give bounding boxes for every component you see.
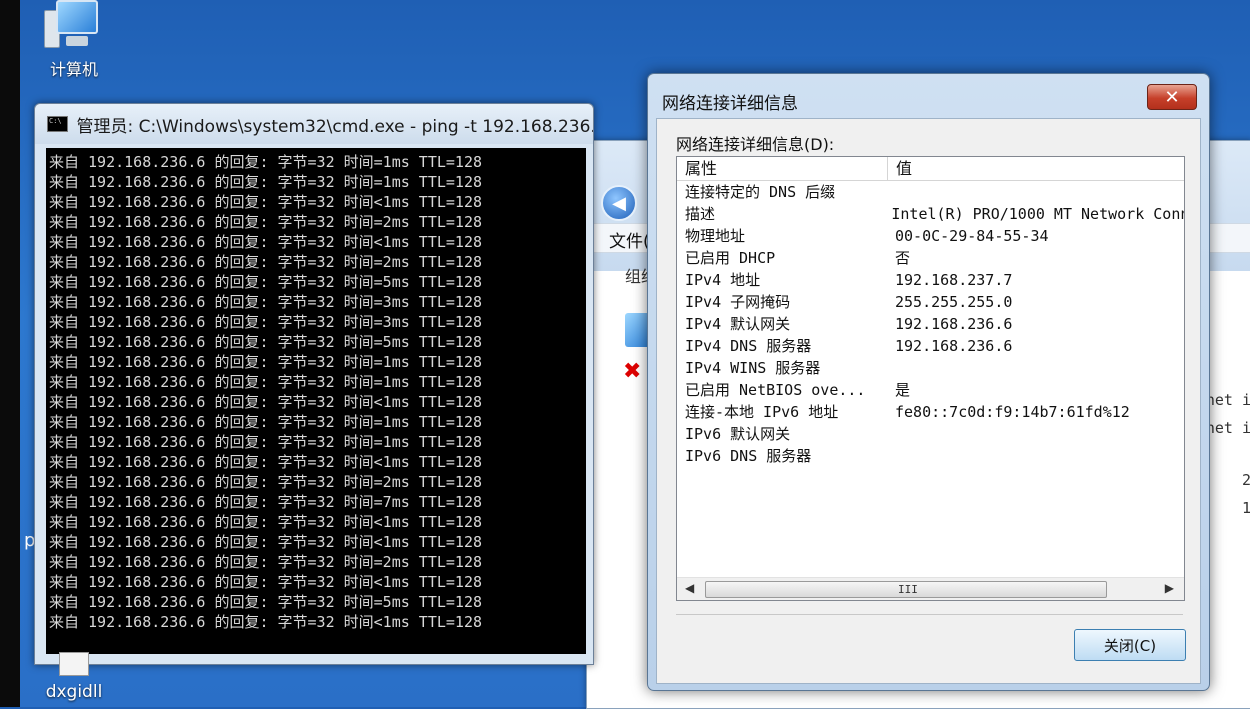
value-cell [887,423,895,445]
value-cell: 255.255.255.0 [895,293,1013,311]
cmd-output-line: 来自 192.168.236.6 的回复: 字节=32 时间=2ms TTL=1… [49,553,483,571]
property-cell: 物理地址 [685,227,746,245]
list-item[interactable]: IPv4 DNS 服务器 192.168.236.6 [677,335,1184,357]
value-cell: 192.168.236.6 [895,315,1013,333]
value-cell: 192.168.236.6 [895,337,1013,355]
cmd-output-line: 来自 192.168.236.6 的回复: 字节=32 时间=3ms TTL=1… [49,313,483,331]
property-cell: 描述 [685,205,716,223]
desktop-icon-label: dxgidll [45,682,103,702]
cmd-title: 管理员: C:\Windows\system32\cmd.exe - ping … [76,116,593,137]
list-item[interactable]: IPv4 子网掩码 255.255.255.0 [677,291,1184,313]
list-item[interactable]: 已启用 DHCP 否 [677,247,1184,269]
back-arrow-icon[interactable]: ◀ [601,185,637,221]
value-cell [887,445,895,467]
network-details-dialog: 网络连接详细信息 ✕ 网络连接详细信息(D): 属性 值 连接特定的 DNS 后… [647,73,1210,691]
cmd-window[interactable]: 管理员: C:\Windows\system32\cmd.exe - ping … [34,103,594,665]
horizontal-scrollbar[interactable]: ◀ III ▶ [677,577,1184,600]
details-listview[interactable]: 属性 值 连接特定的 DNS 后缀 描述 Intel(R) PRO/1000 MT … [676,156,1185,601]
property-cell: 连接特定的 DNS 后缀 [685,183,836,201]
list-item[interactable]: 已启用 NetBIOS ove... 是 [677,379,1184,401]
value-cell: 是 [895,381,911,399]
cmd-output-line: 来自 192.168.236.6 的回复: 字节=32 时间=7ms TTL=1… [49,493,483,511]
cmd-console-output[interactable]: 来自 192.168.236.6 的回复: 字节=32 时间=1ms TTL=1… [46,148,586,654]
cmd-output-line: 来自 192.168.236.6 的回复: 字节=32 时间=2ms TTL=1… [49,473,483,491]
list-item[interactable]: IPv6 默认网关 [677,423,1184,445]
desktop-icon-computer[interactable]: 计算机 [34,0,114,80]
close-button[interactable]: 关闭(C) [1074,629,1186,661]
menu-file[interactable]: 文件( [609,227,650,252]
cmd-output-line: 来自 192.168.236.6 的回复: 字节=32 时间<1ms TTL=1… [49,193,483,211]
list-item[interactable]: IPv4 地址 192.168.237.7 [677,269,1184,291]
property-cell: IPv6 DNS 服务器 [685,447,812,465]
cmd-output-line: 来自 192.168.236.6 的回复: 字节=32 时间<1ms TTL=1… [49,533,483,551]
list-item[interactable]: 物理地址 00-0C-29-84-55-34 [677,225,1184,247]
right-text-fragment: net i [1205,419,1250,437]
value-cell: 00-0C-29-84-55-34 [895,227,1049,245]
cmd-output-line: 来自 192.168.236.6 的回复: 字节=32 时间=1ms TTL=1… [49,173,483,191]
column-header-value[interactable]: 值 [888,157,912,180]
right-text-fragment: 2 [1241,471,1250,489]
property-cell: IPv4 地址 [685,271,761,289]
property-cell: IPv4 WINS 服务器 [685,359,821,377]
cmd-output-line: 来自 192.168.236.6 的回复: 字节=32 时间=5ms TTL=1… [49,593,483,611]
property-cell: 连接-本地 IPv6 地址 [685,403,839,421]
property-cell: IPv6 默认网关 [685,425,791,443]
value-cell: fe80::7c0d:f9:14b7:61fd%12 [895,403,1130,421]
property-cell: 已启用 NetBIOS ove... [685,381,866,399]
cmd-output-line: 来自 192.168.236.6 的回复: 字节=32 时间<1ms TTL=1… [49,393,483,411]
cmd-output-line: 来自 192.168.236.6 的回复: 字节=32 时间=2ms TTL=1… [49,253,483,271]
folder-icon [59,652,89,676]
value-cell: Intel(R) PRO/1000 MT Network Conn [891,205,1184,223]
cmd-output-line: 来自 192.168.236.6 的回复: 字节=32 时间<1ms TTL=1… [49,613,483,631]
desktop-icon-dxgidll[interactable]: dxgidll [34,652,114,702]
cmd-output-line: 来自 192.168.236.6 的回复: 字节=32 时间<1ms TTL=1… [49,513,483,531]
property-cell: IPv4 默认网关 [685,315,791,333]
disconnected-x-icon: ✖ [623,359,642,384]
right-text-fragment: net i [1205,391,1250,409]
list-item[interactable]: IPv6 DNS 服务器 [677,445,1184,467]
detail-rows: 连接特定的 DNS 后缀 描述 Intel(R) PRO/1000 MT Netwo… [677,181,1184,467]
value-cell: 192.168.237.7 [895,271,1013,289]
dialog-body: 网络连接详细信息(D): 属性 值 连接特定的 DNS 后缀 描述 Intel(R)… [656,118,1201,684]
cmd-output-line: 来自 192.168.236.6 的回复: 字节=32 时间<1ms TTL=1… [49,573,483,591]
close-icon[interactable]: ✕ [1147,84,1197,110]
cmd-icon [47,116,69,132]
column-header-property[interactable]: 属性 [677,157,888,180]
cmd-output-line: 来自 192.168.236.6 的回复: 字节=32 时间=1ms TTL=1… [49,353,483,371]
computer-icon [44,0,104,52]
list-item[interactable]: 描述 Intel(R) PRO/1000 MT Network Conn [677,203,1184,225]
scroll-right-arrow-icon[interactable]: ▶ [1165,581,1174,595]
cmd-output-line: 来自 192.168.236.6 的回复: 字节=32 时间=5ms TTL=1… [49,333,483,351]
left-edge-strip [0,0,20,707]
property-cell: IPv4 子网掩码 [685,293,791,311]
cmd-output-line: 来自 192.168.236.6 的回复: 字节=32 时间=5ms TTL=1… [49,273,483,291]
cmd-output-line: 来自 192.168.236.6 的回复: 字节=32 时间=1ms TTL=1… [49,153,483,171]
cmd-output-line: 来自 192.168.236.6 的回复: 字节=32 时间<1ms TTL=1… [49,233,483,251]
list-item[interactable]: 连接特定的 DNS 后缀 [677,181,1184,203]
divider [676,614,1183,615]
value-cell [887,357,895,379]
property-cell: IPv4 DNS 服务器 [685,337,812,355]
list-item[interactable]: 连接-本地 IPv6 地址 fe80::7c0d:f9:14b7:61fd%12 [677,401,1184,423]
cmd-output-line: 来自 192.168.236.6 的回复: 字节=32 时间=1ms TTL=1… [49,433,483,451]
details-label: 网络连接详细信息(D): [676,135,835,154]
cmd-titlebar[interactable]: 管理员: C:\Windows\system32\cmd.exe - ping … [35,104,593,144]
value-cell [887,181,895,203]
list-header: 属性 值 [677,157,1184,181]
desktop-icon-label: 计算机 [49,60,98,79]
scroll-thumb[interactable]: III [705,581,1107,598]
cmd-output-line: 来自 192.168.236.6 的回复: 字节=32 时间=2ms TTL=1… [49,213,483,231]
list-item[interactable]: IPv4 WINS 服务器 [677,357,1184,379]
scroll-grip: III [898,583,918,596]
dialog-title: 网络连接详细信息 [662,94,798,114]
cmd-output-line: 来自 192.168.236.6 的回复: 字节=32 时间=1ms TTL=1… [49,413,483,431]
cmd-output-line: 来自 192.168.236.6 的回复: 字节=32 时间<1ms TTL=1… [49,453,483,471]
list-item[interactable]: IPv4 默认网关 192.168.236.6 [677,313,1184,335]
cmd-output-line: 来自 192.168.236.6 的回复: 字节=32 时间=3ms TTL=1… [49,293,483,311]
right-text-fragment: 1 [1241,499,1250,517]
value-cell: 否 [895,249,911,267]
property-cell: 已启用 DHCP [685,249,776,267]
cmd-output-line: 来自 192.168.236.6 的回复: 字节=32 时间=1ms TTL=1… [49,373,483,391]
scroll-left-arrow-icon[interactable]: ◀ [685,581,694,595]
